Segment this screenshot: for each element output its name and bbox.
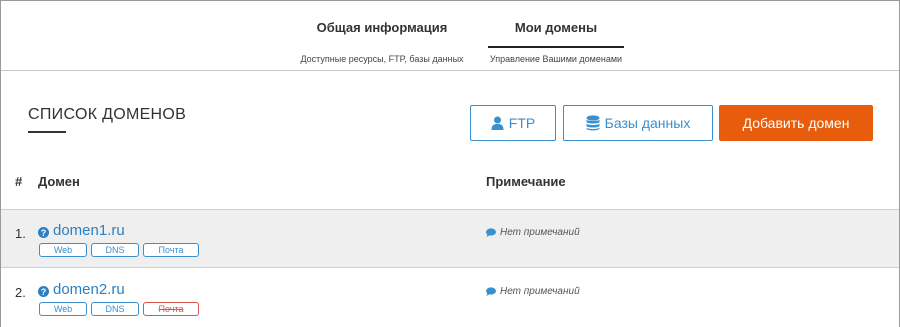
database-icon bbox=[586, 115, 600, 131]
tab-subtitle: Управление Вашими доменами bbox=[489, 54, 623, 64]
domain-link[interactable]: domen2.ru bbox=[53, 281, 125, 298]
tab-my-domains[interactable]: Мои домены Управление Вашими доменами bbox=[488, 20, 624, 64]
ftp-button[interactable]: FTP bbox=[470, 105, 556, 141]
note-text: Нет примечаний bbox=[500, 227, 580, 238]
databases-button-label: Базы данных bbox=[604, 115, 691, 131]
comment-icon bbox=[486, 287, 496, 296]
title-underline bbox=[28, 131, 66, 133]
active-tab-indicator bbox=[488, 46, 624, 48]
user-icon bbox=[491, 116, 504, 130]
tab-subtitle: Доступные ресурсы, FTP, базы данных bbox=[300, 54, 464, 64]
tag-mail[interactable]: Почта bbox=[143, 243, 199, 257]
header-divider bbox=[1, 70, 899, 71]
table-row bbox=[1, 269, 899, 327]
help-icon[interactable]: ? bbox=[38, 286, 49, 297]
add-domain-button[interactable]: Добавить домен bbox=[719, 105, 873, 141]
tab-general-info[interactable]: Общая информация Доступные ресурсы, FTP,… bbox=[296, 20, 468, 64]
tab-title: Мои домены bbox=[514, 20, 598, 35]
help-icon[interactable]: ? bbox=[38, 227, 49, 238]
domain-link[interactable]: domen1.ru bbox=[53, 222, 125, 239]
row-number: 1. bbox=[15, 226, 26, 241]
row-number: 2. bbox=[15, 285, 26, 300]
row-note: Нет примечаний bbox=[486, 286, 580, 297]
column-header-note: Примечание bbox=[486, 174, 566, 189]
tab-title: Общая информация bbox=[316, 20, 448, 35]
row-note: Нет примечаний bbox=[486, 227, 580, 238]
comment-icon bbox=[486, 228, 496, 237]
column-header-domain: Домен bbox=[38, 174, 80, 189]
tag-dns[interactable]: DNS bbox=[91, 243, 139, 257]
tag-web[interactable]: Web bbox=[39, 302, 87, 316]
page-title: СПИСОК ДОМЕНОВ bbox=[28, 106, 187, 123]
tag-web[interactable]: Web bbox=[39, 243, 87, 257]
column-header-number: # bbox=[15, 174, 23, 189]
table-row bbox=[1, 209, 899, 268]
ftp-button-label: FTP bbox=[508, 115, 536, 131]
databases-button[interactable]: Базы данных bbox=[563, 105, 713, 141]
tag-mail-disabled[interactable]: Почта bbox=[143, 302, 199, 316]
note-text: Нет примечаний bbox=[500, 286, 580, 297]
tag-dns[interactable]: DNS bbox=[91, 302, 139, 316]
